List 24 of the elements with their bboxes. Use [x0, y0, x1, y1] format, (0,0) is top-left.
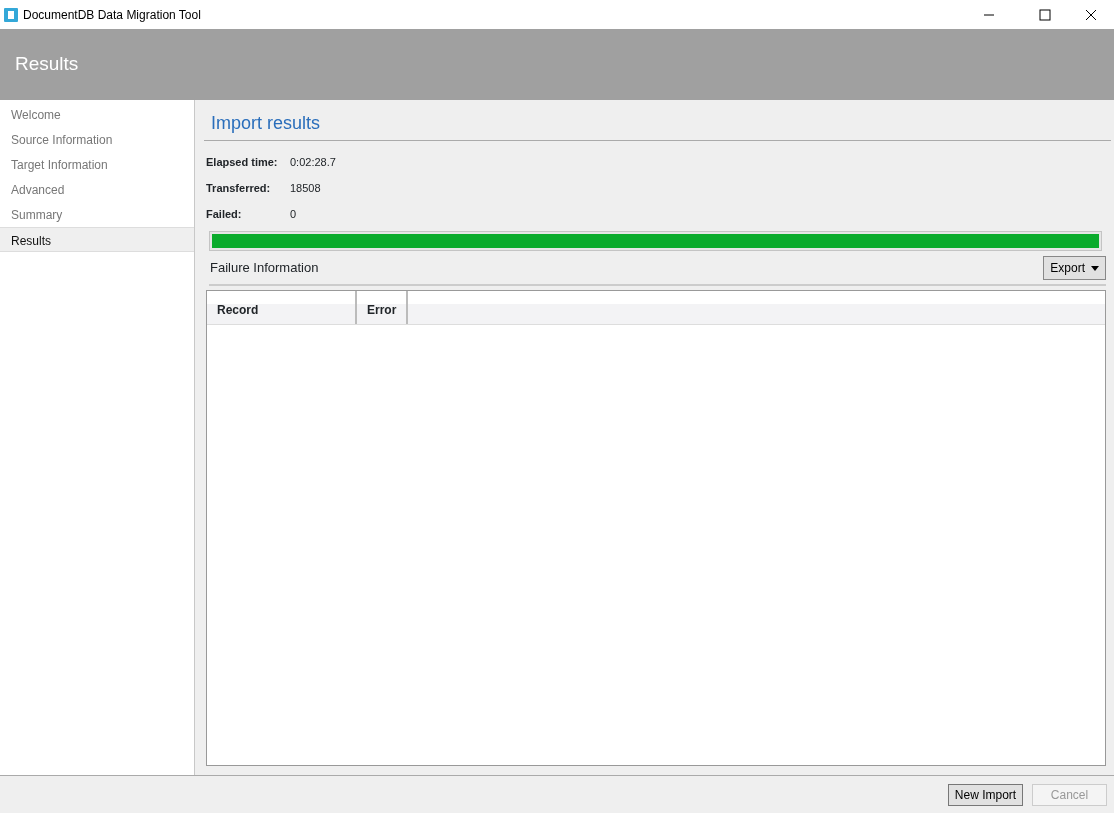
stat-value: 0	[290, 206, 297, 222]
stat-label: Elapsed time:	[206, 154, 279, 170]
column-header[interactable]: Error	[357, 291, 409, 324]
section-subtitle: Failure Information	[209, 259, 319, 278]
sidebar-item[interactable]: Welcome	[0, 102, 194, 127]
page-header-title: Results	[15, 52, 79, 77]
stat-value: 18508	[290, 180, 321, 196]
sidebar-item[interactable]: Results	[0, 227, 194, 252]
close-icon	[1085, 8, 1097, 21]
stat-value: 0:02:28.7	[290, 154, 336, 170]
stat-label: Transferred:	[206, 180, 272, 196]
new-import-button[interactable]: New Import	[948, 783, 1023, 806]
sidebar-item[interactable]: Target Information	[0, 152, 194, 177]
maximize-icon	[1039, 8, 1051, 21]
export-dropdown-button[interactable]: Export	[1043, 256, 1106, 280]
sidebar-item[interactable]: Advanced	[0, 177, 194, 202]
app-icon	[4, 7, 18, 22]
section-title: Import results	[204, 100, 1111, 141]
stat-label: Failed:	[206, 206, 243, 222]
caret-icon	[1091, 265, 1099, 271]
window-title: DocumentDB Data Migration Tool	[23, 6, 201, 24]
sidebar-item[interactable]: Summary	[0, 202, 194, 227]
column-header[interactable]: Record	[207, 291, 357, 324]
sidebar-item[interactable]: Source Information	[0, 127, 194, 152]
